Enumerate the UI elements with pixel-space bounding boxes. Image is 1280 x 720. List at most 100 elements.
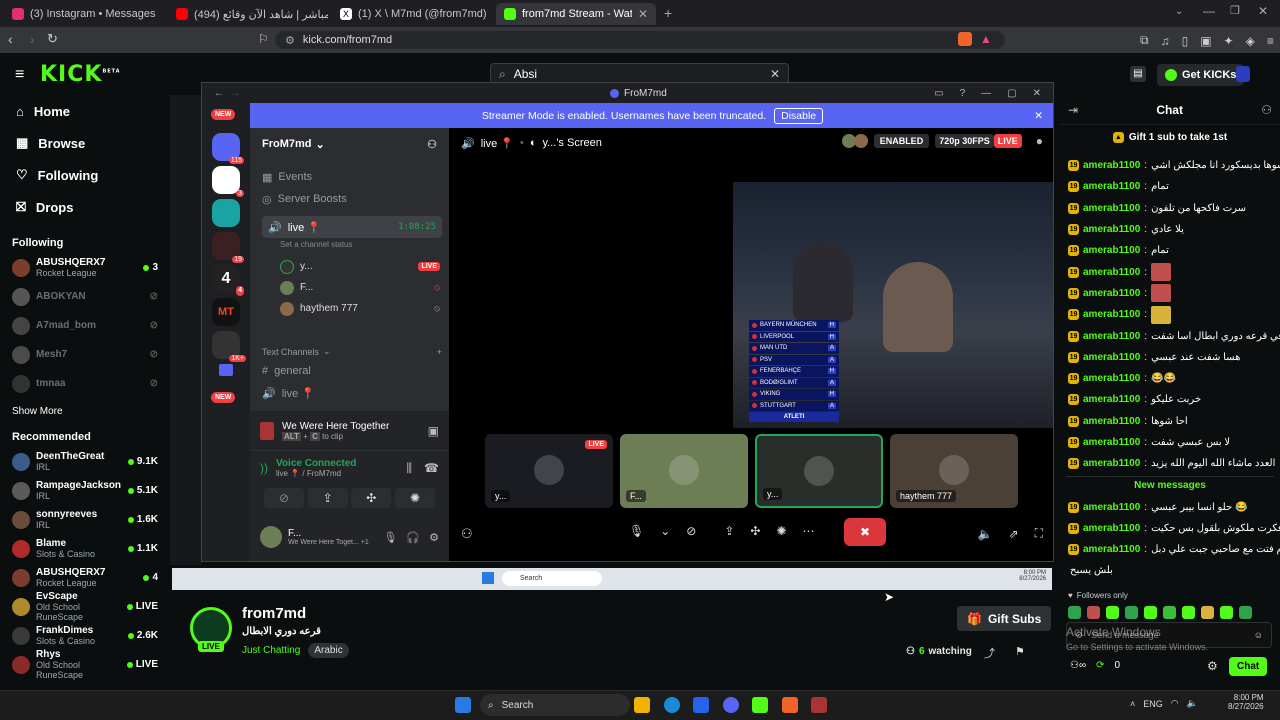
headphones-icon[interactable]: 🎧 xyxy=(406,531,420,544)
sidebar-icon[interactable]: ▯ xyxy=(1182,34,1189,48)
chat-users-icon[interactable]: ⚇ xyxy=(1261,103,1272,117)
category-link[interactable]: Just Chatting xyxy=(242,645,300,656)
following-item[interactable]: ABOKYAN ⊘ xyxy=(0,282,170,311)
microphone-icon[interactable]: 🎙 xyxy=(383,531,397,544)
extensions-icon[interactable]: ⧉ xyxy=(1140,33,1149,48)
close-window-icon[interactable]: ✕ xyxy=(1258,4,1268,18)
emote-icon[interactable] xyxy=(1220,606,1233,620)
recommended-item[interactable]: ABUSHQERX7 Rocket League 4 xyxy=(0,563,170,592)
chat-message[interactable]: 19 amerab1100: شوها بديسكورد انا مجلكش اشي xyxy=(1060,155,1280,176)
wifi-icon[interactable]: ◠ xyxy=(1171,698,1179,709)
boosts-item[interactable]: ◎ Server Boosts xyxy=(250,188,449,210)
disable-streamer-mode-button[interactable]: Disable xyxy=(774,107,824,124)
channel-live[interactable]: 🔊 live 📍 xyxy=(250,382,449,404)
participant-tile[interactable]: F... xyxy=(620,434,748,508)
microphone-icon[interactable]: 🎙 xyxy=(629,524,644,538)
windows-start-icon[interactable] xyxy=(455,697,471,713)
streamer-name[interactable]: from7md xyxy=(242,605,306,622)
camera-off-button[interactable]: ⊘ xyxy=(264,488,304,508)
minimize-icon[interactable]: — xyxy=(1203,4,1215,18)
leave-call-button[interactable]: ✖ xyxy=(844,518,886,546)
language-indicator[interactable]: ENG xyxy=(1143,699,1163,709)
nav-home[interactable]: ⌂ Home xyxy=(0,95,170,127)
discord-minimize-icon[interactable]: — xyxy=(981,88,991,99)
nav-following[interactable]: ♡ Following xyxy=(0,159,170,191)
system-clock[interactable]: 8:00 PM 8/27/2026 xyxy=(1228,693,1264,711)
brave-shield-icon[interactable] xyxy=(958,32,972,46)
library-icon[interactable]: ▤ xyxy=(1130,66,1146,82)
recommended-item[interactable]: sonnyreeves IRL 1.6K xyxy=(0,505,170,534)
discord-close-icon[interactable]: ✕ xyxy=(1033,88,1041,99)
ai-icon[interactable]: ✦ xyxy=(1224,34,1234,48)
chat-message[interactable]: 19 amerab1100: احا شوها xyxy=(1060,411,1280,432)
settings-gear-icon[interactable]: ⚙ xyxy=(429,531,439,544)
get-kicks-button[interactable]: Get KICKs xyxy=(1157,64,1245,86)
server-7[interactable]: 1K+ xyxy=(212,331,246,362)
clear-search-icon[interactable]: ✕ xyxy=(770,67,780,81)
nav-browse[interactable]: ▦ Browse xyxy=(0,127,170,159)
volume-icon[interactable]: 🔈 xyxy=(978,527,993,541)
chat-message[interactable]: 19amerab1100:اليوم فتت مع صاحبي جبت علي … xyxy=(1060,539,1280,560)
chevron-up-icon[interactable]: ˄ xyxy=(1130,699,1135,709)
fullscreen-icon[interactable]: ⛶ xyxy=(1035,526,1043,541)
emote-icon[interactable] xyxy=(1182,606,1195,620)
new-tab-button[interactable]: + xyxy=(664,5,672,21)
activities-button[interactable]: ✣ xyxy=(351,488,392,508)
emote-icon[interactable] xyxy=(1201,606,1214,620)
forward-arrow-icon[interactable]: → xyxy=(230,88,240,99)
recommended-item[interactable]: FrankDimes Slots & Casino 2.6K xyxy=(0,621,170,650)
chat-message[interactable]: 19 amerab1100: في قرعه دوري ابطال اسا شفت xyxy=(1060,325,1280,346)
game-icon[interactable] xyxy=(811,697,827,713)
more-options-icon[interactable]: ⚑ xyxy=(1015,645,1025,658)
emote-icon[interactable] xyxy=(1144,606,1157,620)
share-icon[interactable]: ⤴ xyxy=(984,645,995,661)
show-more-link[interactable]: Show More xyxy=(0,398,170,421)
disconnect-icon[interactable]: ☎ xyxy=(424,461,439,476)
chat-message[interactable]: 19 amerab1100: انا فكرت ملكوش بلقول بس حكي… xyxy=(1060,518,1280,539)
channel-general[interactable]: # general xyxy=(250,360,449,382)
tab-instagram[interactable]: (3) Instagram • Messages xyxy=(4,3,164,25)
taskbar-search[interactable]: ⌕ Search xyxy=(480,694,630,716)
following-item[interactable]: Mesh7 ⊘ xyxy=(0,340,170,369)
music-icon[interactable]: ♫ xyxy=(1161,34,1170,48)
chat-message[interactable]: 19 amerab1100: يلا عادي xyxy=(1060,219,1280,240)
store-icon[interactable] xyxy=(693,697,709,713)
wallet-icon[interactable]: ▣ xyxy=(1200,34,1211,48)
chat-bubble-icon[interactable]: ● xyxy=(1036,134,1043,148)
recommended-item[interactable]: Blame Slots & Casino 1.1K xyxy=(0,534,170,563)
tab-x[interactable]: X (1) X \ M7md (@from7md) xyxy=(332,3,492,25)
server-header[interactable]: FroM7md ⌄ ⚇ xyxy=(250,128,449,160)
emote-icon[interactable] xyxy=(1106,606,1119,620)
chat-message[interactable]: 19 amerab1100: تمام xyxy=(1060,240,1280,261)
recommended-item[interactable]: Rhys Old School RuneScape LIVE xyxy=(0,649,170,680)
channel-status[interactable]: Set a channel status xyxy=(280,240,353,249)
participant-tile[interactable]: haythem 777 xyxy=(890,434,1018,508)
participant-tile[interactable]: y... xyxy=(755,434,883,508)
voice-user[interactable]: F... ⦸ xyxy=(280,277,440,298)
participant-tile[interactable]: y... LIVE xyxy=(485,434,613,508)
chat-message[interactable]: 19 amerab1100: خربت عليكو xyxy=(1060,389,1280,410)
discord-maximize-icon[interactable]: ▢ xyxy=(1007,88,1016,99)
hamburger-menu-icon[interactable]: ≡ xyxy=(15,66,24,84)
voice-user[interactable]: haythem 777 ⦸ xyxy=(280,298,440,319)
chat-message[interactable]: 19 amerab1100: xyxy=(1060,283,1280,304)
chat-message[interactable]: 19 amerab1100: سرت فاكحها من تلفون xyxy=(1060,198,1280,219)
chat-message[interactable]: 19 amerab1100: 😂😂 xyxy=(1060,368,1280,389)
inbox-icon[interactable]: ▭ xyxy=(934,88,943,99)
chat-message[interactable]: 19 amerab1100: تمام xyxy=(1060,176,1280,197)
server-2[interactable]: 3 xyxy=(212,166,244,197)
user-avatar[interactable] xyxy=(1236,66,1250,82)
soundboard-icon[interactable]: ✺ xyxy=(776,524,786,538)
avatar[interactable] xyxy=(260,526,282,548)
brave-icon[interactable] xyxy=(782,697,798,713)
gift-subs-button[interactable]: 🎁 Gift Subs xyxy=(957,606,1052,631)
chat-message[interactable]: 19 amerab1100: xyxy=(1060,261,1280,282)
tab-list-icon[interactable]: ⌄ xyxy=(1175,6,1183,17)
noise-suppression-icon[interactable]: ⫼ xyxy=(407,461,413,476)
add-channel-icon[interactable]: + xyxy=(437,347,442,357)
emote-icon[interactable] xyxy=(1087,606,1100,620)
emote-icon[interactable] xyxy=(1163,606,1176,620)
vpn-icon[interactable]: ◈ xyxy=(1246,34,1255,48)
clip-icon[interactable]: ▣ xyxy=(428,424,439,438)
brave-rewards-icon[interactable]: ▲ xyxy=(980,32,992,46)
